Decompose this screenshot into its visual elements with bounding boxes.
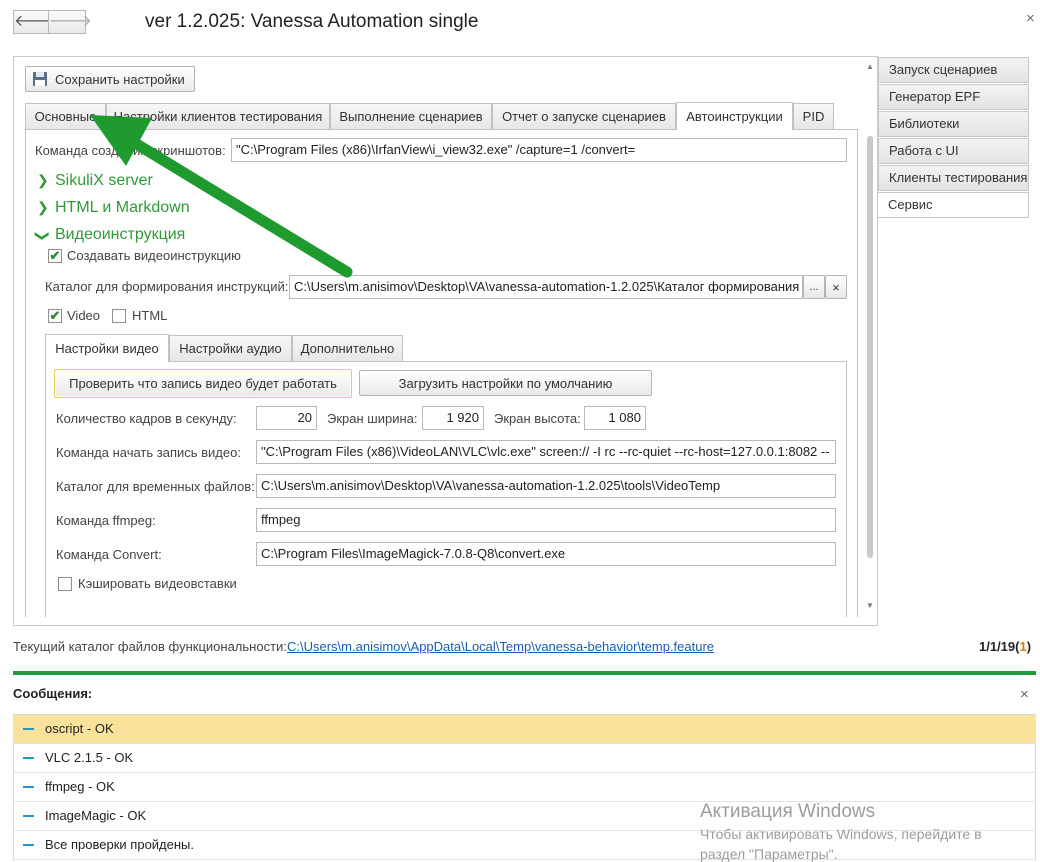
start-record-label: Команда начать запись видео:: [56, 445, 241, 460]
checkmark-icon: ✔: [49, 308, 61, 323]
ffmpeg-input[interactable]: ffmpeg: [256, 508, 836, 532]
group-video-label: Видеоинструкция: [55, 226, 186, 243]
activation-watermark-line2: раздел "Параметры".: [700, 846, 838, 862]
subtab-video-settings[interactable]: Настройки видео: [45, 334, 169, 362]
message-row[interactable]: ffmpeg - OK: [13, 773, 1036, 802]
group-html-markdown[interactable]: ❯ HTML и Markdown: [37, 199, 190, 217]
back-button[interactable]: 🡐: [13, 10, 57, 34]
current-catalog-link[interactable]: C:\Users\m.anisimov\AppData\Local\Temp\v…: [287, 639, 714, 654]
create-video-checkbox[interactable]: ✔: [48, 249, 62, 263]
window-close-icon[interactable]: ×: [1026, 10, 1035, 27]
message-row[interactable]: oscript - OK: [13, 715, 1036, 744]
fps-input[interactable]: 20: [256, 406, 317, 430]
html-checkbox[interactable]: [112, 309, 126, 323]
sidebar-item-service[interactable]: Сервис: [878, 192, 1029, 218]
save-settings-label: Сохранить настройки: [55, 71, 185, 87]
tab-autoinstructions[interactable]: Автоинструкции: [676, 102, 793, 130]
screen-width-label: Экран ширина:: [327, 411, 418, 426]
instructions-catalog-label: Каталог для формирования инструкций:: [45, 279, 289, 294]
group-sikulix-server[interactable]: ❯ SikuliX server: [37, 172, 153, 190]
arrow-right-icon: 🡒: [49, 13, 92, 30]
instructions-catalog-input[interactable]: C:\Users\m.anisimov\Desktop\VA\vanessa-a…: [289, 275, 803, 299]
cache-video-checkbox[interactable]: [58, 577, 72, 591]
error-count: 1: [1019, 639, 1027, 654]
current-catalog-label: Текущий каталог файлов функциональности:: [13, 639, 287, 654]
screen-height-label: Экран высота:: [494, 411, 581, 426]
dash-icon: [23, 844, 34, 846]
window-title: ver 1.2.025: Vanessa Automation single: [145, 11, 479, 32]
subtab-additional[interactable]: Дополнительно: [292, 335, 403, 361]
clear-catalog-button[interactable]: ×: [825, 275, 847, 299]
sidebar-item-run-scenarios[interactable]: Запуск сценариев: [878, 57, 1029, 83]
start-record-input[interactable]: "C:\Program Files (x86)\VideoLAN\VLC\vlc…: [256, 440, 836, 464]
screenshot-command-input[interactable]: "C:\Program Files (x86)\IrfanView\i_view…: [231, 138, 847, 162]
counter-main: 1/1/19: [979, 639, 1016, 654]
cache-video-label: Кэшировать видеовставки: [78, 576, 237, 591]
scroll-down-icon[interactable]: ▼: [866, 601, 874, 610]
dash-icon: [23, 815, 34, 817]
tab-run-report[interactable]: Отчет о запуске сценариев: [492, 103, 676, 129]
message-text: ImageMagic - OK: [45, 808, 147, 823]
chevron-right-icon: ❯: [37, 172, 49, 188]
close-icon: ×: [832, 279, 840, 295]
scrollbar[interactable]: ▲ ▼: [864, 60, 876, 616]
chevron-right-icon: ❯: [37, 199, 49, 215]
group-video-instruction[interactable]: ❯ Видеоинструкция: [35, 226, 186, 244]
tab-pid[interactable]: PID: [793, 103, 834, 129]
temp-catalog-label: Каталог для временных файлов:: [56, 479, 255, 494]
dash-icon: [23, 786, 34, 788]
checkmark-icon: ✔: [49, 248, 61, 263]
message-text: Все проверки пройдены.: [45, 837, 195, 852]
progress-bar: [13, 671, 1036, 675]
tab-scenario-execution[interactable]: Выполнение сценариев: [330, 103, 492, 129]
message-row[interactable]: VLC 2.1.5 - OK: [13, 744, 1036, 773]
messages-close-icon[interactable]: ×: [1020, 686, 1029, 703]
activation-watermark-line: Чтобы активировать Windows, перейдите в: [700, 826, 982, 842]
subtab-audio-settings[interactable]: Настройки аудио: [169, 335, 292, 361]
sidebar-item-libraries[interactable]: Библиотеки: [878, 111, 1029, 137]
save-settings-button[interactable]: Сохранить настройки: [25, 66, 195, 92]
screenshot-command-label: Команда создания скриншотов:: [35, 143, 226, 158]
load-defaults-button[interactable]: Загрузить настройки по умолчанию: [359, 370, 652, 396]
dash-icon: [23, 757, 34, 759]
video-checkbox[interactable]: ✔: [48, 309, 62, 323]
dash-icon: [23, 728, 34, 730]
browse-catalog-button[interactable]: ...: [803, 275, 825, 299]
activation-watermark-title: Активация Windows: [700, 801, 876, 822]
message-text: ffmpeg - OK: [45, 779, 115, 794]
floppy-disk-icon: [33, 72, 47, 86]
group-html-markdown-label: HTML и Markdown: [55, 199, 190, 216]
screen-height-input[interactable]: 1 080: [584, 406, 646, 430]
temp-catalog-input[interactable]: C:\Users\m.anisimov\Desktop\VA\vanessa-a…: [256, 474, 836, 498]
screen-width-input[interactable]: 1 920: [422, 406, 484, 430]
video-checkbox-label: Video: [67, 308, 101, 323]
sidebar-item-epf-generator[interactable]: Генератор EPF: [878, 84, 1029, 110]
group-sikulix-label: SikuliX server: [55, 172, 153, 189]
messages-title: Сообщения:: [13, 686, 93, 701]
message-text: VLC 2.1.5 - OK: [45, 750, 134, 765]
counter-paren-close: ): [1026, 639, 1032, 654]
convert-input[interactable]: C:\Program Files\ImageMagick-7.0.8-Q8\co…: [256, 542, 836, 566]
chevron-down-icon: ❯: [35, 230, 51, 242]
check-video-recording-button[interactable]: Проверить что запись видео будет работат…: [54, 369, 352, 398]
scrollbar-thumb[interactable]: [867, 136, 873, 558]
scenario-counter: 1/1/19(1): [979, 639, 1031, 654]
scroll-up-icon[interactable]: ▲: [866, 62, 874, 71]
message-text: oscript - OK: [45, 721, 114, 736]
tab-osnovnye[interactable]: Основные: [25, 103, 106, 129]
sidebar-item-test-clients[interactable]: Клиенты тестирования: [878, 165, 1029, 191]
forward-button[interactable]: 🡒: [48, 10, 92, 34]
html-checkbox-label: HTML: [132, 308, 168, 323]
create-video-label: Создавать видеоинструкцию: [67, 248, 241, 263]
convert-label: Команда Convert:: [56, 547, 162, 562]
sidebar-item-ui-work[interactable]: Работа с UI: [878, 138, 1029, 164]
ffmpeg-label: Команда ffmpeg:: [56, 513, 156, 528]
fps-label: Количество кадров в секунду:: [56, 411, 237, 426]
tab-test-clients-settings[interactable]: Настройки клиентов тестирования: [106, 103, 330, 129]
